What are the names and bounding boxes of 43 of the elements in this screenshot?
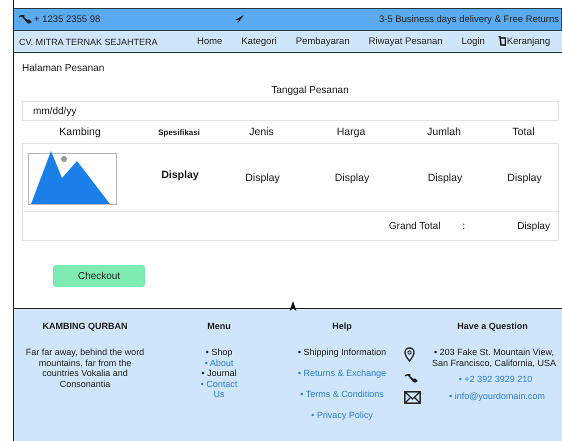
grand-total-label: Grand Total — [388, 220, 440, 232]
arrow-icon — [289, 301, 297, 312]
delivery-notice: 3-5 Business days delivery & Free Returns — [378, 14, 559, 25]
column-header: Total — [511, 126, 536, 138]
checkout-button[interactable]: Checkout — [53, 265, 145, 287]
nav-link[interactable]: Pembayaran — [296, 36, 350, 47]
footer-link[interactable]: • Shipping Information — [298, 347, 386, 357]
table-cell-text: Display — [426, 172, 464, 184]
nav-link[interactable]: Home — [197, 36, 222, 47]
footer-link[interactable]: • Journal — [194, 368, 244, 378]
grand-total-value: Display — [517, 220, 550, 232]
nav-link[interactable]: Login — [462, 36, 485, 47]
location-pin-icon — [404, 347, 415, 362]
phone-number: + 1235 2355 98 — [34, 14, 100, 25]
footer-heading: KAMBING QURBAN — [42, 321, 128, 333]
column-header: Harga — [336, 126, 366, 138]
arrow-icon — [234, 14, 246, 25]
footer-link[interactable]: • Shop — [194, 347, 244, 358]
table-cell-text: Display — [506, 172, 543, 184]
nav-link[interactable]: Kategori — [241, 36, 277, 47]
table-cell-text: Display — [334, 172, 370, 184]
brand-name: CV. MITRA TERNAK SEJAHTERA — [19, 36, 159, 46]
separator: : — [462, 220, 466, 232]
footer-text: Far far away, behind the word mountains, far from the countries Vokalia and Consonantia — [25, 347, 145, 389]
nav-link[interactable]: Riwayat Pesanan — [368, 36, 443, 47]
date-field[interactable]: mm/dd/yy — [22, 101, 559, 121]
contact-info: • 203 Fake St. Mountain View, San Francisco, California, USA — [430, 347, 558, 368]
footer-heading: Have a Question — [457, 321, 528, 333]
envelope-icon — [404, 390, 421, 404]
phone-icon — [18, 14, 32, 24]
page-title: Halaman Pesanan — [22, 63, 106, 74]
table-cell-text: Display — [160, 168, 200, 180]
column-header: Kambing — [58, 126, 102, 138]
cart-link[interactable]: Keranjang — [498, 36, 550, 47]
date-label: Tanggal Pesanan — [270, 85, 350, 96]
column-header: Jumlah — [426, 126, 462, 138]
column-header: Jenis — [248, 126, 275, 138]
footer-heading: Help — [332, 321, 352, 333]
phone-icon — [404, 374, 418, 384]
footer-heading: Menu — [207, 321, 231, 333]
table-cell-text: Display — [244, 172, 281, 184]
column-header: Spesifikasi — [157, 128, 201, 136]
cart-icon — [498, 36, 506, 47]
